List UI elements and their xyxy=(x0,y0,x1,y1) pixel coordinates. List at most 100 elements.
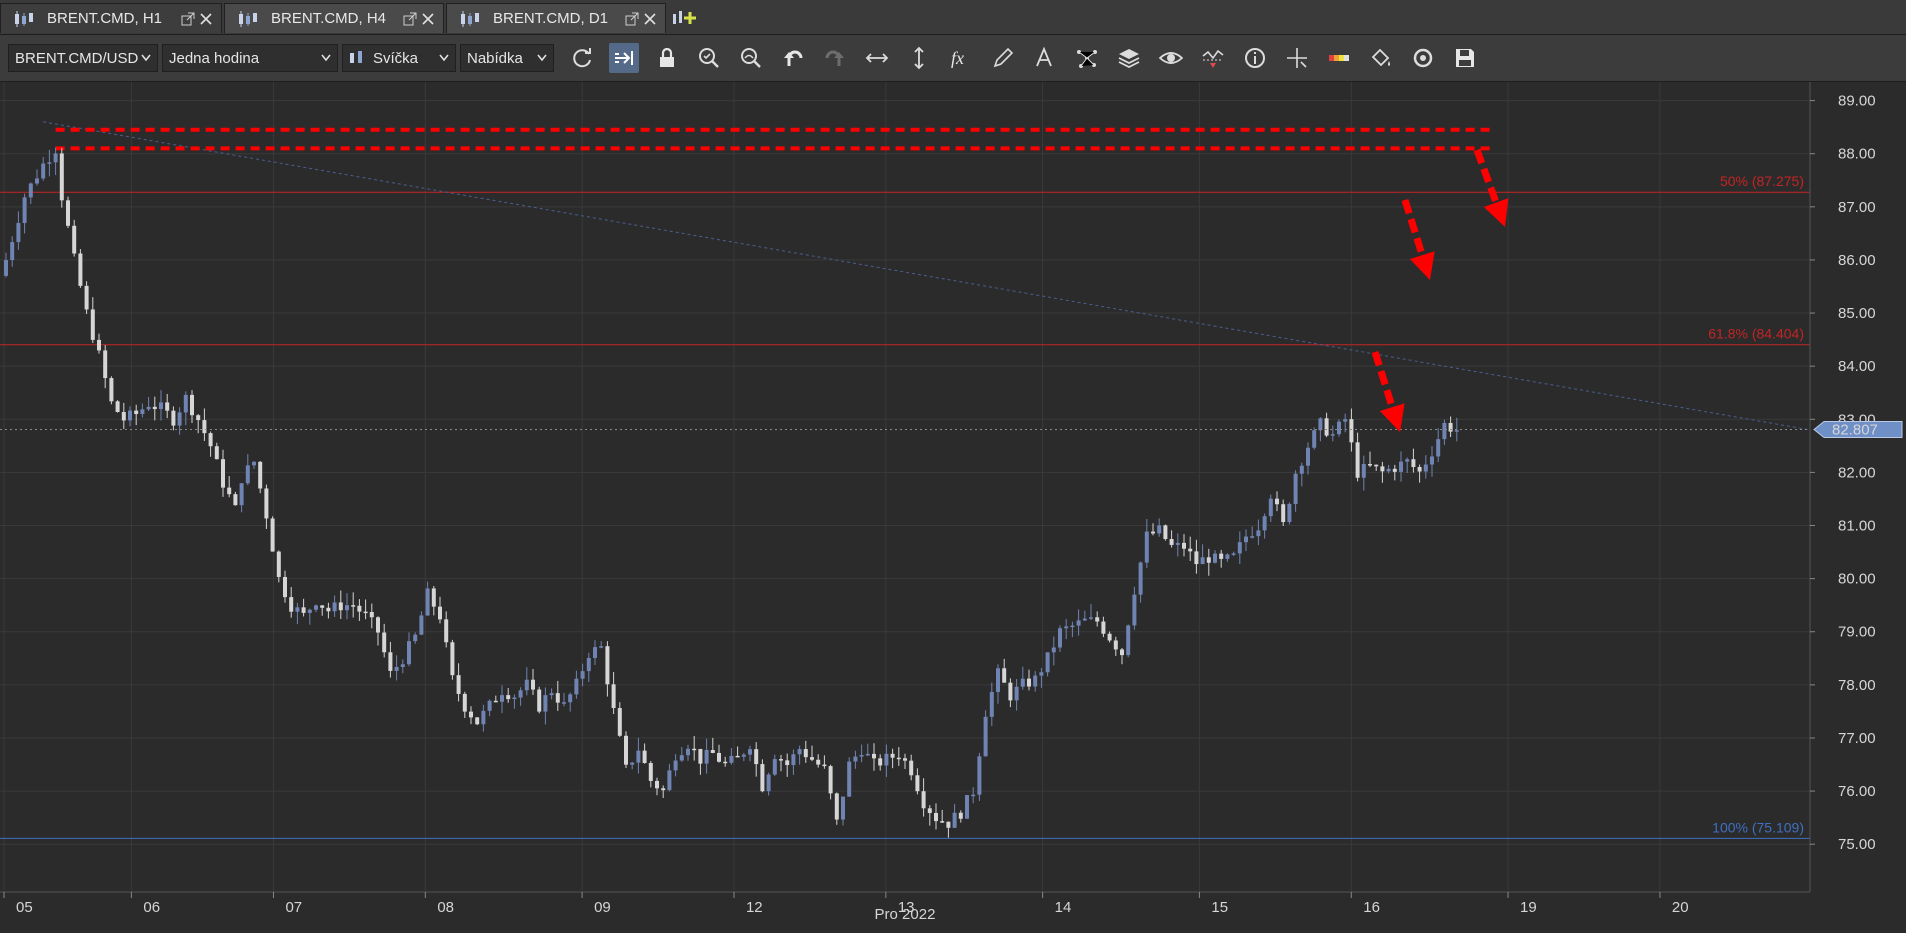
period-select[interactable]: Jedna hodina xyxy=(162,44,338,72)
candle-body xyxy=(115,401,120,412)
price-side-value: Nabídka xyxy=(467,49,523,67)
candle-body xyxy=(903,758,907,761)
candle-body xyxy=(506,695,511,700)
chart-toolbar: BRENT.CMD/USD Jedna hodina Svíčka Nabídk… xyxy=(0,35,1906,82)
chart-type-select[interactable]: Svíčka xyxy=(342,44,456,72)
candle-body xyxy=(958,812,963,819)
candle-body xyxy=(1275,498,1279,505)
candle-body xyxy=(599,646,604,648)
candle-body xyxy=(1107,633,1112,641)
instrument-select[interactable]: BRENT.CMD/USD xyxy=(8,44,158,72)
close-icon[interactable] xyxy=(199,12,213,26)
candle-body xyxy=(413,634,418,642)
undo-icon[interactable] xyxy=(778,43,808,73)
y-tick-label: 81.00 xyxy=(1838,518,1876,535)
popout-icon[interactable] xyxy=(403,12,417,26)
popout-icon[interactable] xyxy=(625,12,639,26)
candle-body xyxy=(450,642,455,676)
candle-body xyxy=(1299,465,1304,474)
candle-body xyxy=(419,615,424,635)
y-tick-label: 87.00 xyxy=(1838,199,1876,216)
redo-icon[interactable] xyxy=(820,43,850,73)
chart-type-value: Svíčka xyxy=(373,49,419,67)
candle-body xyxy=(1089,617,1093,619)
price-side-select[interactable]: Nabídka xyxy=(460,44,554,72)
candle-body xyxy=(314,605,318,610)
candle-body xyxy=(1113,640,1118,650)
tab-brent-h1[interactable]: BRENT.CMD, H1 xyxy=(0,3,222,33)
zoom-out-icon[interactable] xyxy=(736,43,766,73)
tab-label: BRENT.CMD, H4 xyxy=(271,10,387,27)
alert-icon[interactable] xyxy=(1198,43,1228,73)
plot-area[interactable] xyxy=(0,82,1810,892)
candle-body xyxy=(661,788,666,791)
candle-body xyxy=(84,285,89,310)
eye-icon[interactable] xyxy=(1156,43,1186,73)
candle-body xyxy=(1182,542,1186,549)
candle-body xyxy=(679,755,684,761)
candle-body xyxy=(78,253,83,286)
add-chart-icon[interactable] xyxy=(670,6,696,30)
candle-body xyxy=(500,695,504,702)
save-icon[interactable] xyxy=(1450,43,1480,73)
close-icon[interactable] xyxy=(643,12,657,26)
candle-body xyxy=(1268,498,1273,517)
candle-body xyxy=(1058,628,1062,648)
close-icon[interactable] xyxy=(421,12,435,26)
y-tick-label: 80.00 xyxy=(1838,571,1876,588)
autoshift-icon[interactable] xyxy=(609,43,639,73)
color-scheme-icon[interactable] xyxy=(1324,43,1354,73)
reset-icon[interactable] xyxy=(1408,43,1438,73)
candle-body xyxy=(1318,418,1323,431)
candle-body xyxy=(307,609,312,613)
candle-body xyxy=(611,684,616,709)
candle-body xyxy=(593,647,597,658)
candle-body xyxy=(1380,466,1385,472)
candle-body xyxy=(853,756,858,762)
pattern-icon[interactable] xyxy=(1072,43,1102,73)
candle-body xyxy=(754,749,759,765)
fx-icon[interactable]: fx xyxy=(946,43,976,73)
tab-brent-d1[interactable]: BRENT.CMD, D1 xyxy=(446,3,666,33)
candle-body xyxy=(1157,525,1162,534)
candle-body xyxy=(66,200,70,226)
candle-body xyxy=(1293,473,1298,504)
candlestick-chart[interactable]: 50% (87.275)61.8% (84.404)100% (75.109) … xyxy=(0,82,1906,928)
tab-brent-h4[interactable]: BRENT.CMD, H4 xyxy=(224,3,444,33)
candle-body xyxy=(475,717,480,725)
candle-body xyxy=(41,163,46,179)
candle-body xyxy=(1343,419,1348,422)
lock-icon[interactable] xyxy=(652,43,682,73)
candle-body xyxy=(642,750,647,764)
crosshair-icon[interactable] xyxy=(1282,43,1312,73)
candle-body xyxy=(1020,678,1025,687)
y-tick-label: 77.00 xyxy=(1838,730,1876,747)
zoom-in-icon[interactable] xyxy=(694,43,724,73)
info-icon[interactable] xyxy=(1240,43,1270,73)
candle-body xyxy=(717,752,721,762)
vertical-stretch-icon[interactable] xyxy=(904,43,934,73)
candle-body xyxy=(1368,464,1372,466)
candle-body xyxy=(103,350,108,379)
candle-body xyxy=(4,260,8,276)
candle-body xyxy=(586,657,591,672)
candle-body xyxy=(890,753,895,758)
candle-body xyxy=(624,735,628,765)
candle-body xyxy=(996,668,1000,692)
paint-bucket-icon[interactable] xyxy=(1366,43,1396,73)
layers-icon[interactable] xyxy=(1114,43,1144,73)
candle-body xyxy=(456,675,461,694)
candle-body xyxy=(512,697,517,700)
horizontal-stretch-icon[interactable] xyxy=(862,43,892,73)
price-chart[interactable]: 50% (87.275) 61.8% (84.404) 100% (75.109) … xyxy=(0,82,1906,928)
text-icon[interactable] xyxy=(1030,43,1060,73)
candle-body xyxy=(400,664,405,668)
pencil-icon[interactable] xyxy=(988,43,1018,73)
popout-icon[interactable] xyxy=(181,12,195,26)
candle-body xyxy=(394,667,399,671)
fib-level-label: 100% (75.109) xyxy=(1712,819,1804,835)
refresh-icon[interactable] xyxy=(567,43,597,73)
candle-body xyxy=(735,755,740,758)
candle-body xyxy=(915,775,920,792)
candle-body xyxy=(1231,553,1236,555)
